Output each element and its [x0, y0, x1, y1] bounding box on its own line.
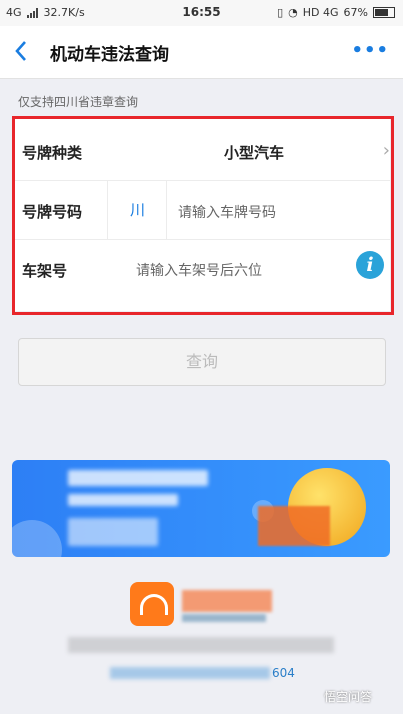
highlight-frame: [12, 116, 394, 315]
battery-icon: [373, 7, 395, 18]
banner-blurred-text: [68, 494, 178, 506]
banner-bubble: [12, 520, 62, 557]
footer-blurred-text: [68, 637, 334, 653]
query-button[interactable]: 查询: [18, 338, 386, 386]
alarm-icon: ◔: [288, 6, 298, 19]
promo-banner[interactable]: [12, 460, 390, 557]
footer-blurred-phone: [110, 667, 270, 679]
vibrate-icon: ▯: [277, 6, 284, 19]
app-header: 机动车违法查询 •••: [0, 26, 403, 79]
more-button[interactable]: •••: [351, 40, 389, 61]
battery-percent: 67%: [343, 6, 368, 19]
chevron-left-icon: [15, 41, 26, 61]
page-title: 机动车违法查询: [50, 45, 169, 65]
logo-blurred-name: [182, 590, 272, 612]
watermark: 悟空问答: [324, 690, 373, 704]
support-note: 仅支持四川省违章查询: [18, 95, 139, 109]
network-right-label: HD 4G: [302, 6, 339, 19]
logo-blurred-url: [182, 614, 266, 622]
app-logo: [130, 582, 174, 626]
banner-blurred-graphic: [258, 506, 330, 546]
banner-blurred-button: [68, 518, 158, 546]
status-bar: 4G 32.7K/s 16:55 ▯ ◔ HD 4G 67%: [0, 0, 403, 26]
banner-blurred-text: [68, 470, 208, 486]
footer-phone-suffix: 604: [272, 666, 295, 680]
more-dots-icon: •••: [351, 40, 389, 61]
back-button[interactable]: [14, 39, 38, 65]
